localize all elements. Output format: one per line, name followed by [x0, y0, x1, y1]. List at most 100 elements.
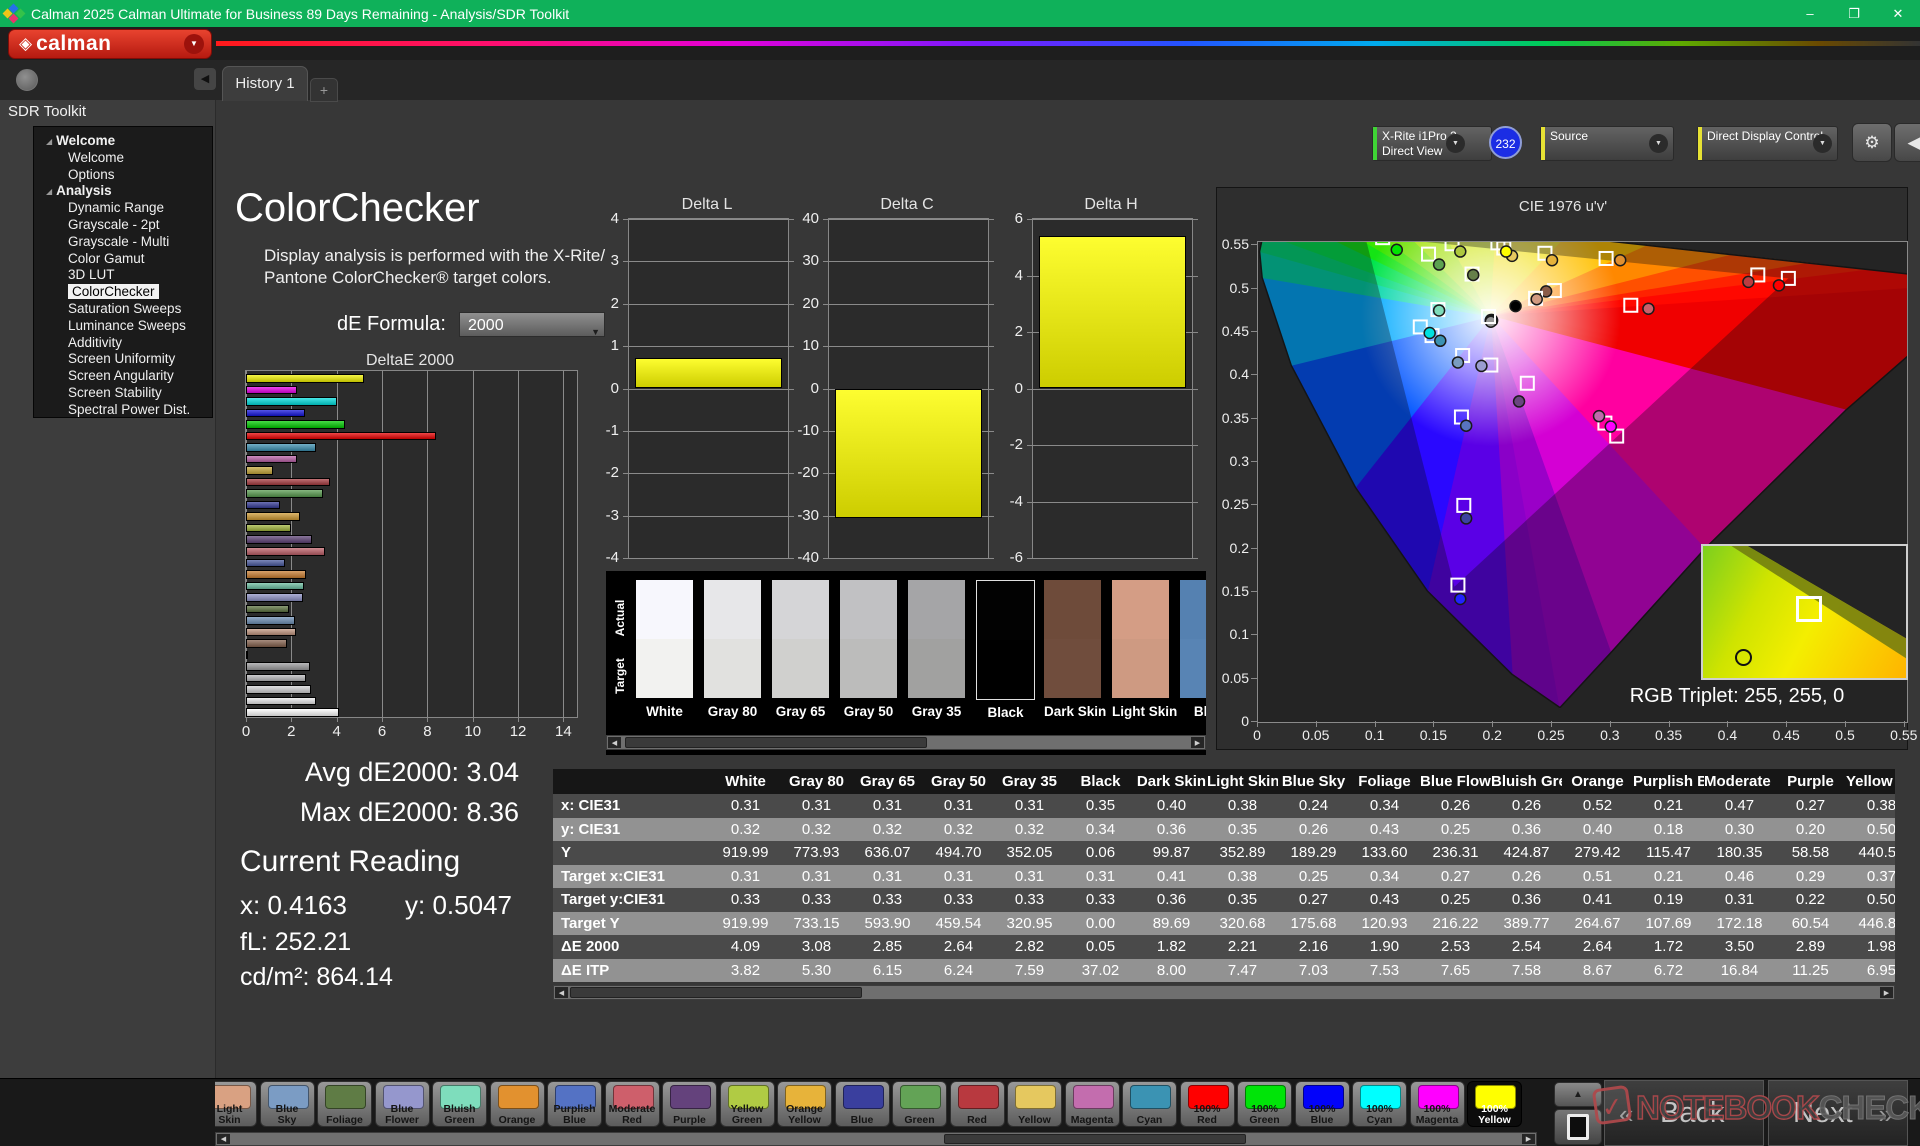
panel-collapse-icon[interactable]: ◀ [1894, 123, 1920, 162]
sidebar-item-dynamic-range[interactable]: Dynamic Range [34, 200, 212, 217]
swatch-gray-80[interactable]: Gray 80 [704, 580, 761, 698]
patch-button-green[interactable]: Green [892, 1081, 947, 1127]
meter-dropdown-icon[interactable]: ▼ [1446, 134, 1465, 153]
display-dropdown-icon[interactable]: ▼ [1813, 134, 1832, 153]
cie-measured-foliage [1468, 269, 1479, 280]
patch-button-yellow-green[interactable]: Yellow Green [720, 1081, 775, 1127]
swatch-light-skin[interactable]: Light Skin [1112, 580, 1169, 698]
close-icon[interactable]: ✕ [1876, 0, 1920, 27]
patch-button-orange-yellow[interactable]: Orange Yellow [777, 1081, 832, 1127]
patch-button-moderate-red[interactable]: Moderate Red [605, 1081, 660, 1127]
de-formula-select[interactable]: 2000 ▼ [459, 312, 605, 337]
tab-history-1[interactable]: History 1 [222, 66, 308, 101]
toolbar-scroll-left-icon[interactable]: ◀ [217, 1134, 230, 1144]
swatch-scroll-left-icon[interactable]: ◀ [608, 737, 621, 748]
swatch-scrollbar[interactable]: ◀▶ [606, 735, 1206, 750]
sidebar-item-additivity[interactable]: Additivity [34, 335, 212, 352]
toolbar-spin-up-icon[interactable]: ▲ [1554, 1082, 1602, 1107]
sidebar-item-3d-lut[interactable]: 3D LUT [34, 267, 212, 284]
table-cell: 216.22 [1420, 912, 1491, 936]
source-dropdown-icon[interactable]: ▼ [1649, 134, 1668, 153]
table-scrollbar[interactable]: ◀ ▶ [553, 985, 1895, 1000]
patch-button-foliage[interactable]: Foliage [317, 1081, 372, 1127]
swatch-scroll-right-icon[interactable]: ▶ [1191, 737, 1204, 748]
patch-button-100-cyan[interactable]: 100% Cyan [1352, 1081, 1407, 1127]
patch-button-orange[interactable]: Orange [490, 1081, 545, 1127]
swatch-black[interactable]: Black [976, 580, 1035, 700]
meter-selector[interactable]: X-Rite i1Pro 2 Direct View ▼ [1372, 126, 1492, 161]
patch-button-light-skin[interactable]: Light Skin [215, 1081, 257, 1127]
patch-button-100-yellow[interactable]: 100% Yellow [1467, 1081, 1522, 1127]
swatch-gray-50[interactable]: Gray 50 [840, 580, 897, 698]
swatch-gray-65[interactable]: Gray 65 [772, 580, 829, 698]
patch-button-purple[interactable]: Purple [662, 1081, 717, 1127]
deltaC-gridline [823, 346, 994, 347]
swatch-blue[interactable]: Blue [1180, 580, 1206, 698]
patch-button-blue-sky[interactable]: Blue Sky [260, 1081, 315, 1127]
patch-button-purplish-blue[interactable]: Purplish Blue [547, 1081, 602, 1127]
toolbar-scrollbar[interactable]: ◀ ▶ [215, 1132, 1537, 1146]
sidebar-item-colorchecker[interactable]: ColorChecker [34, 284, 212, 301]
sidebar-item-luminance-sweeps[interactable]: Luminance Sweeps [34, 318, 212, 335]
sidebar-item-grayscale-2pt[interactable]: Grayscale - 2pt [34, 217, 212, 234]
patch-button-100-blue[interactable]: 100% Blue [1295, 1081, 1350, 1127]
sidebar-item-saturation-sweeps[interactable]: Saturation Sweeps [34, 301, 212, 318]
next-button[interactable]: Next » [1768, 1080, 1908, 1146]
sidebar-item-welcome[interactable]: Welcome [34, 150, 212, 167]
patch-button-100-red[interactable]: 100% Red [1180, 1081, 1235, 1127]
sidebar-item-options[interactable]: Options [34, 167, 212, 184]
deltaC-y-tick: -20 [785, 464, 819, 481]
patch-button-bluish-green[interactable]: Bluish Green [432, 1081, 487, 1127]
brand-dropdown-icon[interactable]: ▼ [184, 34, 204, 54]
patch-button-cyan[interactable]: Cyan [1122, 1081, 1177, 1127]
settings-gear-icon[interactable]: ⚙ [1852, 123, 1892, 162]
sidebar-item-color-gamut[interactable]: Color Gamut [34, 251, 212, 268]
maximize-icon[interactable]: ❐ [1832, 0, 1876, 27]
table-scroll-thumb[interactable] [570, 987, 862, 998]
table-scroll-left-icon[interactable]: ◀ [555, 987, 568, 998]
sidebar-item-spectral-power-dist-[interactable]: Spectral Power Dist. [34, 402, 212, 419]
sidebar-collapse-icon[interactable]: ◀ [194, 68, 216, 90]
patch-button-100-magenta[interactable]: 100% Magenta [1410, 1081, 1465, 1127]
toolbar-scroll-right-icon[interactable]: ▶ [1522, 1134, 1535, 1144]
toolbar-scroll-thumb[interactable] [944, 1134, 1246, 1144]
sidebar-item-grayscale-multi[interactable]: Grayscale - Multi [34, 234, 212, 251]
deltaC-gridline [823, 304, 994, 305]
table-scroll-right-icon[interactable]: ▶ [1880, 987, 1893, 998]
display-control-selector[interactable]: Direct Display Control ▼ [1697, 126, 1838, 161]
table-row-label: x: CIE31 [553, 794, 710, 818]
pattern-window-button[interactable] [1554, 1109, 1602, 1145]
swatch-dark-skin[interactable]: Dark Skin [1044, 580, 1101, 698]
sidebar-item-label: ColorChecker [68, 284, 159, 299]
sidebar-item-analysis[interactable]: ◢Analysis [34, 183, 212, 200]
swatch-gray-35[interactable]: Gray 35 [908, 580, 965, 698]
patch-button-blue-flower[interactable]: Blue Flower [375, 1081, 430, 1127]
patch-color-chip [958, 1085, 999, 1109]
sidebar-item-label: Welcome [56, 133, 115, 148]
patch-button-100-green[interactable]: 100% Green [1237, 1081, 1292, 1127]
back-button[interactable]: « Back [1604, 1080, 1764, 1146]
sidebar-item-screen-angularity[interactable]: Screen Angularity [34, 368, 212, 385]
patch-label: Bluish Green [433, 1104, 486, 1125]
swatch-white[interactable]: White [636, 580, 693, 698]
table-cell: 0.34 [1065, 818, 1136, 842]
swatch-actual [704, 580, 761, 639]
deltae-gridline [518, 370, 519, 722]
minimize-icon[interactable]: – [1788, 0, 1832, 27]
tree-expanded-icon[interactable]: ◢ [46, 187, 52, 196]
table-cell: 0.50 [1846, 888, 1895, 912]
add-tab-button[interactable]: + [310, 78, 338, 102]
source-selector[interactable]: Source ▼ [1540, 126, 1674, 161]
tree-expanded-icon[interactable]: ◢ [46, 137, 52, 146]
calman-menu-button[interactable]: ◈ calman ▼ [8, 29, 212, 59]
sidebar-item-screen-uniformity[interactable]: Screen Uniformity [34, 351, 212, 368]
sidebar-item-screen-stability[interactable]: Screen Stability [34, 385, 212, 402]
patch-button-yellow[interactable]: Yellow [1007, 1081, 1062, 1127]
patch-button-red[interactable]: Red [950, 1081, 1005, 1127]
sidebar-item-welcome[interactable]: ◢ Welcome [34, 133, 212, 150]
swatch-scroll-thumb[interactable] [625, 737, 927, 748]
patch-button-magenta[interactable]: Magenta [1065, 1081, 1120, 1127]
patch-button-blue[interactable]: Blue [835, 1081, 890, 1127]
reading-fl: fL: 252.21 [240, 928, 351, 957]
layout-dot-button[interactable] [16, 69, 38, 91]
